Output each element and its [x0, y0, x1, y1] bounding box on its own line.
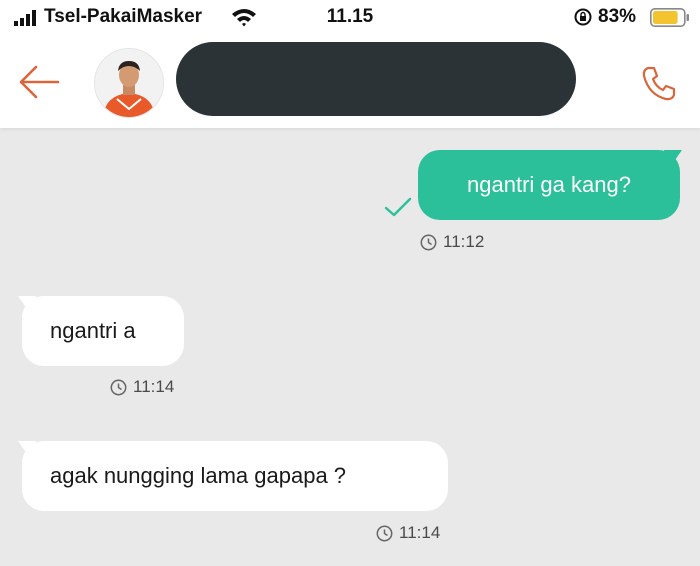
clock-icon: [376, 525, 393, 541]
message-text: ngantri a: [50, 318, 136, 343]
message-timestamp: 11:14: [110, 377, 174, 397]
bubble-tail: [664, 150, 682, 170]
back-arrow-icon: [19, 65, 60, 99]
avatar-image: [95, 49, 163, 117]
message-bubble-outgoing[interactable]: ngantri ga kang?: [418, 150, 680, 220]
back-button[interactable]: [18, 62, 60, 102]
chat-header: [0, 36, 700, 128]
sent-check-icon: [384, 197, 412, 217]
status-time: 11.15: [326, 6, 374, 27]
contact-name-redacted: [176, 42, 576, 116]
message-text: agak nungging lama gapapa ?: [50, 463, 347, 488]
message-bubble-incoming[interactable]: agak nungging lama gapapa ?: [22, 441, 448, 511]
phone-icon: [642, 66, 676, 101]
contact-avatar[interactable]: [94, 48, 164, 118]
message-bubble-incoming[interactable]: ngantri a: [22, 296, 184, 366]
clock-icon: [110, 379, 127, 395]
message-timestamp: 11:12: [420, 232, 484, 252]
clock-icon: [420, 234, 437, 250]
orientation-lock-icon: [574, 8, 592, 26]
message-text: ngantri ga kang?: [467, 172, 631, 197]
battery-icon: [650, 8, 689, 27]
status-bar: Tsel-PakaiMasker 11.15 83%: [0, 0, 700, 36]
message-timestamp: 11:14: [376, 523, 440, 543]
battery-percent: 83%: [598, 6, 637, 27]
call-button[interactable]: [638, 62, 680, 104]
